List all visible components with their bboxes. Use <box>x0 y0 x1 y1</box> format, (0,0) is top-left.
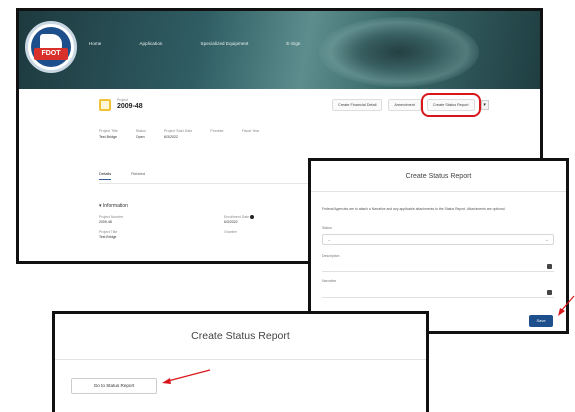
field-project-title: Project Title Test Bridge <box>99 129 118 139</box>
create-status-report-modal: Create Status Report Federal Agencies ar… <box>308 158 569 334</box>
narrative-textarea[interactable] <box>322 285 554 298</box>
description-label: Description <box>322 254 340 258</box>
resize-handle-icon[interactable] <box>547 264 552 269</box>
chevron-down-icon[interactable]: ▾ <box>480 100 489 110</box>
info-project-title: Project Title Test Bridge <box>99 230 118 240</box>
hurricane-image <box>319 17 479 87</box>
status-label: Status <box>322 226 332 230</box>
chevron-down-icon: ⌄ <box>544 237 549 243</box>
amendment-button[interactable]: Amendment <box>388 99 421 111</box>
save-button[interactable]: Save <box>529 315 553 327</box>
tab-related[interactable]: Related <box>131 171 145 180</box>
top-nav: Home Application Specialized Equipment E… <box>89 41 301 46</box>
nav-application[interactable]: Application <box>139 41 162 46</box>
nav-home[interactable]: Home <box>89 41 101 46</box>
record-actions: Create Financial Detail Amendment Create… <box>332 93 489 117</box>
status-select[interactable]: -- ⌄ <box>322 234 554 245</box>
nav-specialized-equipment[interactable]: Specialized Equipment <box>201 41 249 46</box>
modal-instructions: Federal Agencies are to attach a Narrati… <box>322 207 506 211</box>
status-report-confirmation-modal: Create Status Report Go to Status Report <box>52 311 429 412</box>
tab-details[interactable]: Details <box>99 171 112 180</box>
modal-title: Create Status Report <box>405 173 472 180</box>
project-type-label: Project <box>117 98 128 102</box>
create-financial-detail-button[interactable]: Create Financial Detail <box>332 99 383 111</box>
project-icon <box>99 99 111 111</box>
resize-handle-icon[interactable] <box>547 290 552 295</box>
nav-esign[interactable]: E-Sign <box>286 41 300 46</box>
info-enrollment-date: Enrollment Date 6/3/2022 <box>224 215 319 224</box>
modal-divider <box>55 359 426 360</box>
fdot-logo-icon[interactable]: FDOT <box>25 21 77 73</box>
info-project-number: Project Number 2009-48 <box>99 215 124 224</box>
modal-title: Create Status Report <box>191 330 290 342</box>
header-banner: FDOT Home Application Specialized Equipm… <box>19 11 540 89</box>
description-textarea[interactable] <box>322 259 554 272</box>
information-section-header[interactable]: ▾ Information <box>99 203 128 209</box>
modal-divider <box>311 191 566 192</box>
field-status: Status Open <box>135 129 146 139</box>
highlights-panel: Project Title Test Bridge Status Open Proj… <box>99 129 259 139</box>
status-value: -- <box>328 238 331 242</box>
record-tabs: Details Related <box>99 171 145 180</box>
information-grid: Project Number 2009-48 Enrollment Date 6/3… <box>99 215 319 239</box>
go-to-status-report-button[interactable]: Go to Status Report <box>71 378 157 394</box>
logo-text: FDOT <box>34 48 68 60</box>
field-fiscal-year: Fiscal Year <box>241 129 260 133</box>
tab-divider <box>99 183 329 184</box>
field-start-date: Project Start Date 6/3/2022 <box>163 129 193 139</box>
create-status-report-button[interactable]: Create Status Report <box>420 93 481 117</box>
project-title: 2009-48 <box>117 103 143 110</box>
info-grantee: Grantee <box>224 230 237 235</box>
narrative-label: Narrative <box>322 279 337 283</box>
cursor-icon <box>250 215 255 220</box>
field-provider: Provider <box>210 129 224 133</box>
